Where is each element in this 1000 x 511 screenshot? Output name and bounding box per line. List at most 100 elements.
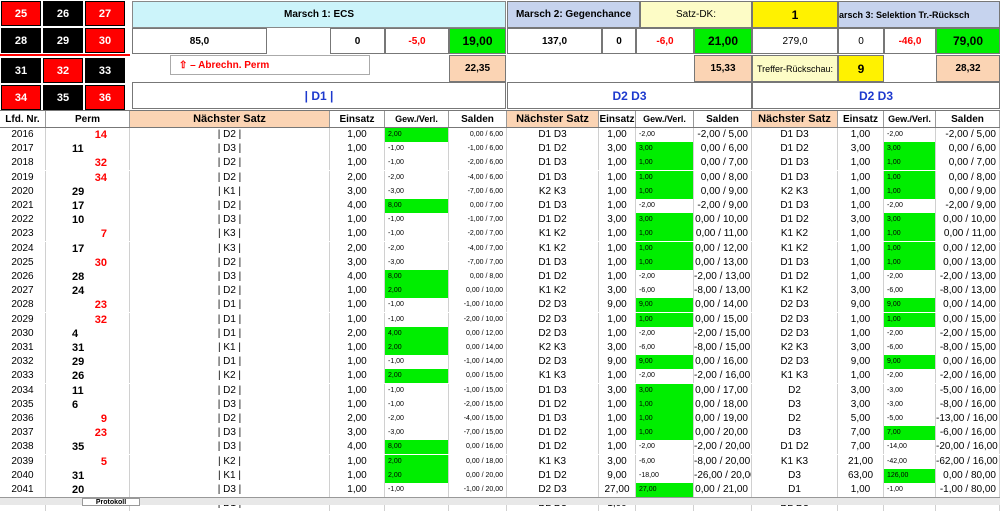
cell-sa2[interactable]: 0,00 / 14,00 <box>694 298 752 313</box>
cell-sa3[interactable]: 0,00 / 13,00 <box>936 255 1000 270</box>
cell-e3[interactable]: 9,00 <box>838 355 884 370</box>
cell-e1[interactable]: 2,00 <box>330 412 385 426</box>
cell-g3[interactable]: -2,00 <box>884 326 936 341</box>
cell-e2[interactable]: 1,00 <box>599 199 636 213</box>
cell-nr[interactable]: 2031 <box>0 341 46 355</box>
cell-s3[interactable]: D2 <box>752 412 838 426</box>
cell-s2[interactable]: D1 D2 <box>507 468 599 483</box>
cell-sa3[interactable]: -6,00 / 16,00 <box>936 426 1000 441</box>
cell-sa2[interactable]: -26,00 / 20,00 <box>694 468 752 483</box>
cell-nr[interactable]: 2040 <box>0 468 46 483</box>
cell-g1[interactable]: -3,00 <box>385 426 449 441</box>
cell-s1[interactable]: | D1 | <box>130 326 330 341</box>
cell-e2[interactable]: 3,00 <box>599 213 636 228</box>
cell-perm[interactable]: 32 <box>46 156 130 171</box>
cell-s3[interactable]: K1 K2 <box>752 284 838 299</box>
cell-sa1[interactable]: -1,00 / 20,00 <box>449 483 507 497</box>
cell-s2[interactable]: D1 D2 <box>507 426 599 441</box>
cell-g2[interactable]: 3,00 <box>636 383 694 398</box>
cell-g1[interactable]: -3,00 <box>385 255 449 270</box>
cell-g3[interactable]: -6,00 <box>884 341 936 355</box>
cell-sa2[interactable]: -2,00 / 16,00 <box>694 369 752 384</box>
cell-e2[interactable]: 1,00 <box>599 440 636 455</box>
cell-g2[interactable]: 1,00 <box>636 312 694 327</box>
cell-sa1[interactable]: 0,00 / 10,00 <box>449 284 507 299</box>
cell-g1[interactable]: 2,00 <box>385 454 449 469</box>
cell-s1[interactable]: | D2 | <box>130 255 330 270</box>
cell-g2[interactable]: 1,00 <box>636 170 694 185</box>
cell-e3[interactable]: 3,00 <box>838 142 884 157</box>
cell-sa2[interactable]: 0,00 / 18,00 <box>694 397 752 412</box>
cell-perm[interactable]: 35 <box>46 440 130 455</box>
cell-g2[interactable]: -2,00 <box>636 326 694 341</box>
cell-e2[interactable]: 3,00 <box>599 341 636 355</box>
cell-g3[interactable]: 3,00 <box>884 213 936 228</box>
cell-g2[interactable]: -6,00 <box>636 284 694 299</box>
cell-g3[interactable]: 1,00 <box>884 184 936 199</box>
cell-s3[interactable]: K1 K2 <box>752 241 838 256</box>
cell-g3[interactable]: -2,00 <box>884 270 936 284</box>
roulette-number[interactable]: 28 <box>1 28 41 53</box>
cell-perm[interactable]: 23 <box>46 298 130 313</box>
cell-sa1[interactable]: -2,00 / 15,00 <box>449 397 507 412</box>
cell-s3[interactable]: D1 D2 <box>752 213 838 228</box>
cell-s2[interactable]: D2 D3 <box>507 312 599 327</box>
cell-sa3[interactable]: -8,00 / 16,00 <box>936 397 1000 412</box>
cell-sa2[interactable]: -8,00 / 20,00 <box>694 454 752 469</box>
cell-s3[interactable]: D1 D3 <box>752 255 838 270</box>
cell-sa3[interactable]: -2,00 / 15,00 <box>936 326 1000 341</box>
cell-s2[interactable]: D2 D3 <box>507 483 599 497</box>
cell-g3[interactable]: 1,00 <box>884 255 936 270</box>
cell-s2[interactable]: D1 D2 <box>507 440 599 455</box>
cell-perm[interactable]: 23 <box>46 426 130 441</box>
cell-e1[interactable]: 3,00 <box>330 184 385 199</box>
cell-nr[interactable]: 2033 <box>0 369 46 384</box>
cell-g1[interactable]: -1,00 <box>385 298 449 313</box>
cell-perm[interactable]: 28 <box>46 270 130 284</box>
cell-sa1[interactable]: -1,00 / 15,00 <box>449 383 507 398</box>
cell-g1[interactable]: 2,00 <box>385 341 449 355</box>
cell-e1[interactable]: 2,00 <box>330 170 385 185</box>
cell-e3[interactable]: 3,00 <box>838 213 884 228</box>
cell-g2[interactable]: 1,00 <box>636 184 694 199</box>
cell-e1[interactable]: 1,00 <box>330 454 385 469</box>
cell-s2[interactable]: D1 D3 <box>507 156 599 171</box>
roulette-number[interactable]: 31 <box>1 58 41 83</box>
cell-sa2[interactable]: -8,00 / 13,00 <box>694 284 752 299</box>
cell-e1[interactable]: 1,00 <box>330 142 385 157</box>
cell-sa1[interactable]: -1,00 / 10,00 <box>449 298 507 313</box>
cell-e3[interactable]: 1,00 <box>838 170 884 185</box>
cell-s3[interactable]: D3 <box>752 426 838 441</box>
cell-g2[interactable]: 1,00 <box>636 227 694 242</box>
cell-sa2[interactable]: 0,00 / 12,00 <box>694 241 752 256</box>
cell-g1[interactable]: -2,00 <box>385 170 449 185</box>
cell-e3[interactable]: 1,00 <box>838 369 884 384</box>
cell-perm[interactable]: 4 <box>46 326 130 341</box>
cell-e2[interactable]: 27,00 <box>599 483 636 497</box>
cell-sa3[interactable]: -5,00 / 16,00 <box>936 383 1000 398</box>
cell-g3[interactable]: -2,00 <box>884 369 936 384</box>
cell-nr[interactable]: 2034 <box>0 383 46 398</box>
cell-s1[interactable]: | K1 | <box>130 468 330 483</box>
cell-perm[interactable]: 31 <box>46 468 130 483</box>
cell-sa3[interactable]: 0,00 / 7,00 <box>936 156 1000 171</box>
cell-perm[interactable]: 30 <box>46 255 130 270</box>
cell-g2[interactable]: -18,00 <box>636 468 694 483</box>
cell-nr[interactable]: 2032 <box>0 355 46 370</box>
cell-nr[interactable]: 2035 <box>0 397 46 412</box>
cell-g2[interactable]: 9,00 <box>636 355 694 370</box>
cell-s1[interactable]: | D2 | <box>130 412 330 426</box>
cell-s2[interactable]: K1 K2 <box>507 241 599 256</box>
cell-sa2[interactable]: 0,00 / 10,00 <box>694 213 752 228</box>
cell-e3[interactable]: 1,00 <box>838 199 884 213</box>
cell-sa1[interactable]: 0,00 / 14,00 <box>449 341 507 355</box>
cell-perm[interactable]: 29 <box>46 184 130 199</box>
cell-sa2[interactable]: 0,00 / 16,00 <box>694 355 752 370</box>
cell-perm[interactable]: 9 <box>46 412 130 426</box>
cell-nr[interactable]: 2041 <box>0 483 46 497</box>
cell-sa1[interactable]: -2,00 / 10,00 <box>449 312 507 327</box>
cell-e1[interactable]: 1,00 <box>330 397 385 412</box>
cell-nr[interactable]: 2037 <box>0 426 46 441</box>
cell-perm[interactable]: 31 <box>46 341 130 355</box>
cell-sa3[interactable]: 0,00 / 10,00 <box>936 213 1000 228</box>
